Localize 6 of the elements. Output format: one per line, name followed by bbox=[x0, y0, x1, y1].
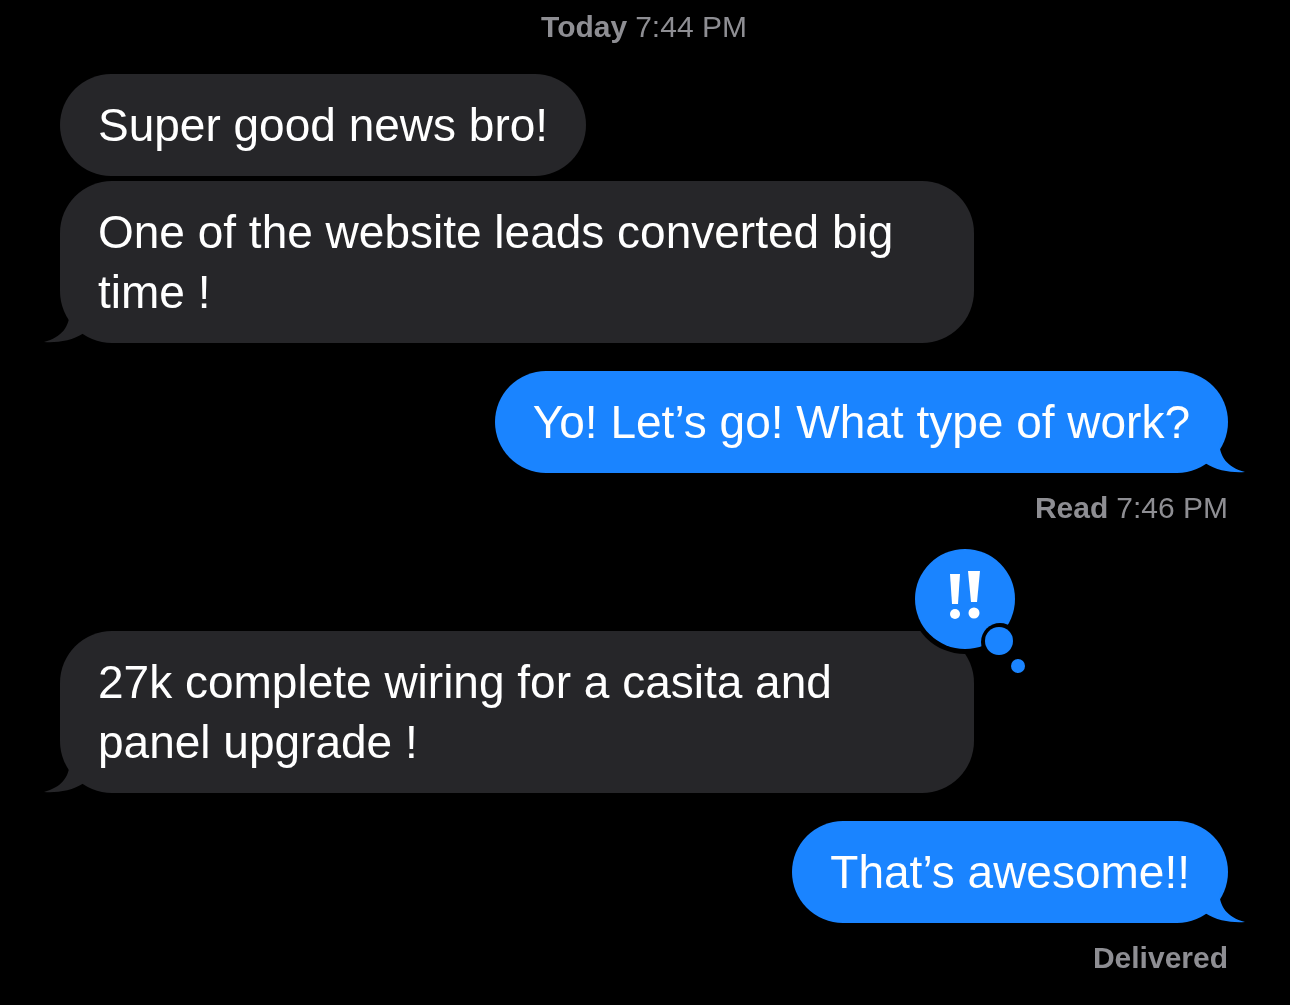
timestamp-time: 7:44 PM bbox=[635, 9, 747, 45]
receipt-time: 7:46 PM bbox=[1116, 490, 1228, 526]
receipt-label: Delivered bbox=[1092, 940, 1228, 976]
receipt-label: Read bbox=[1034, 490, 1109, 526]
timestamp-day: Today bbox=[541, 8, 628, 46]
message-bubble: Super good news bro! bbox=[60, 74, 587, 176]
